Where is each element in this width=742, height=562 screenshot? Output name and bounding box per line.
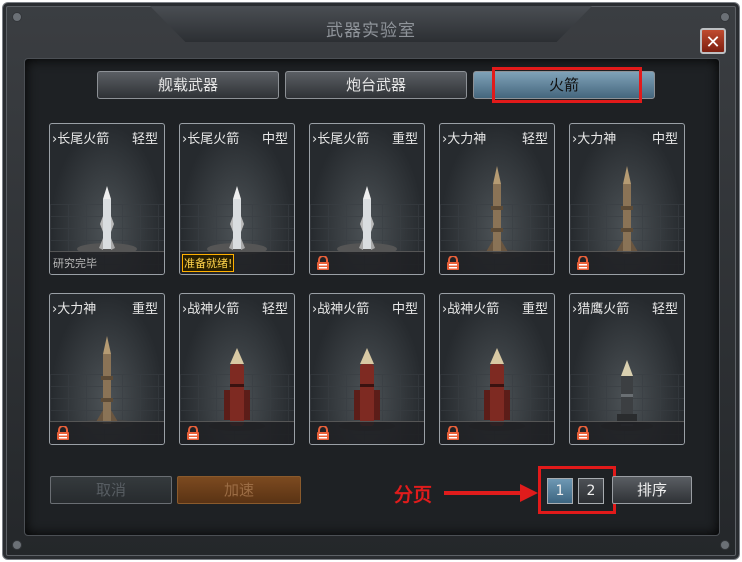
rocket-card[interactable]: ›战神火箭 轻型 xyxy=(179,293,295,445)
lock-icon xyxy=(187,426,199,440)
rocket-name: ›战神火箭 xyxy=(312,302,370,317)
rocket-name: ›猎鹰火箭 xyxy=(572,302,630,317)
rocket-card[interactable]: ›大力神 中型 xyxy=(569,123,685,275)
pagination-annotation: 分页 xyxy=(394,480,432,507)
rocket-name: ›大力神 xyxy=(52,302,97,317)
lock-icon xyxy=(317,256,329,270)
rocket-type: 轻型 xyxy=(651,302,678,317)
rocket-name: ›大力神 xyxy=(572,132,617,147)
status-label: 研究完毕 xyxy=(53,257,97,270)
lock-icon xyxy=(57,426,69,440)
lock-icon xyxy=(317,426,329,440)
rocket-name: ›长尾火箭 xyxy=(312,132,370,147)
tab-ship-weapons[interactable]: 舰载武器 xyxy=(97,71,279,99)
rocket-type: 中型 xyxy=(391,302,418,317)
status-label: 准备就绪! xyxy=(182,254,235,272)
rocket-card[interactable]: ›长尾火箭 轻型 研究完毕 xyxy=(49,123,165,275)
rivet xyxy=(12,540,22,550)
window-title: 武器实验室 xyxy=(326,21,416,41)
rocket-type: 轻型 xyxy=(261,302,288,317)
rocket-name: ›长尾火箭 xyxy=(182,132,240,147)
rocket-name: ›长尾火箭 xyxy=(52,132,110,147)
cancel-button[interactable]: 取消 xyxy=(50,476,172,504)
rocket-card[interactable]: ›猎鹰火箭 轻型 xyxy=(569,293,685,445)
rocket-name: ›战神火箭 xyxy=(182,302,240,317)
tab-turret-weapons[interactable]: 炮台武器 xyxy=(285,71,467,99)
rocket-type: 轻型 xyxy=(521,132,548,147)
rocket-tab-highlight xyxy=(492,67,642,103)
rocket-type: 中型 xyxy=(651,132,678,147)
close-button[interactable]: ✕ xyxy=(700,28,726,54)
annotation-arrow-icon xyxy=(444,484,538,502)
lock-icon xyxy=(447,426,459,440)
speedup-button[interactable]: 加速 xyxy=(177,476,301,504)
lock-icon xyxy=(447,256,459,270)
pagination-highlight xyxy=(538,466,616,514)
rocket-name: ›大力神 xyxy=(442,132,487,147)
rocket-card[interactable]: ›战神火箭 中型 xyxy=(309,293,425,445)
lock-icon xyxy=(577,256,589,270)
rocket-card[interactable]: ›长尾火箭 中型 准备就绪! xyxy=(179,123,295,275)
rivet xyxy=(720,540,730,550)
rocket-type: 重型 xyxy=(521,302,548,317)
rocket-name: ›战神火箭 xyxy=(442,302,500,317)
rocket-type: 轻型 xyxy=(131,132,158,147)
close-icon: ✕ xyxy=(705,32,721,53)
rocket-card[interactable]: ›长尾火箭 重型 xyxy=(309,123,425,275)
sort-button[interactable]: 排序 xyxy=(612,476,692,504)
rocket-card[interactable]: ›战神火箭 重型 xyxy=(439,293,555,445)
rocket-type: 重型 xyxy=(391,132,418,147)
rocket-card[interactable]: ›大力神 重型 xyxy=(49,293,165,445)
lock-icon xyxy=(577,426,589,440)
annotation-label: 分页 xyxy=(394,484,433,506)
rocket-type: 重型 xyxy=(131,302,158,317)
rocket-type: 中型 xyxy=(261,132,288,147)
rocket-card[interactable]: ›大力神 轻型 xyxy=(439,123,555,275)
